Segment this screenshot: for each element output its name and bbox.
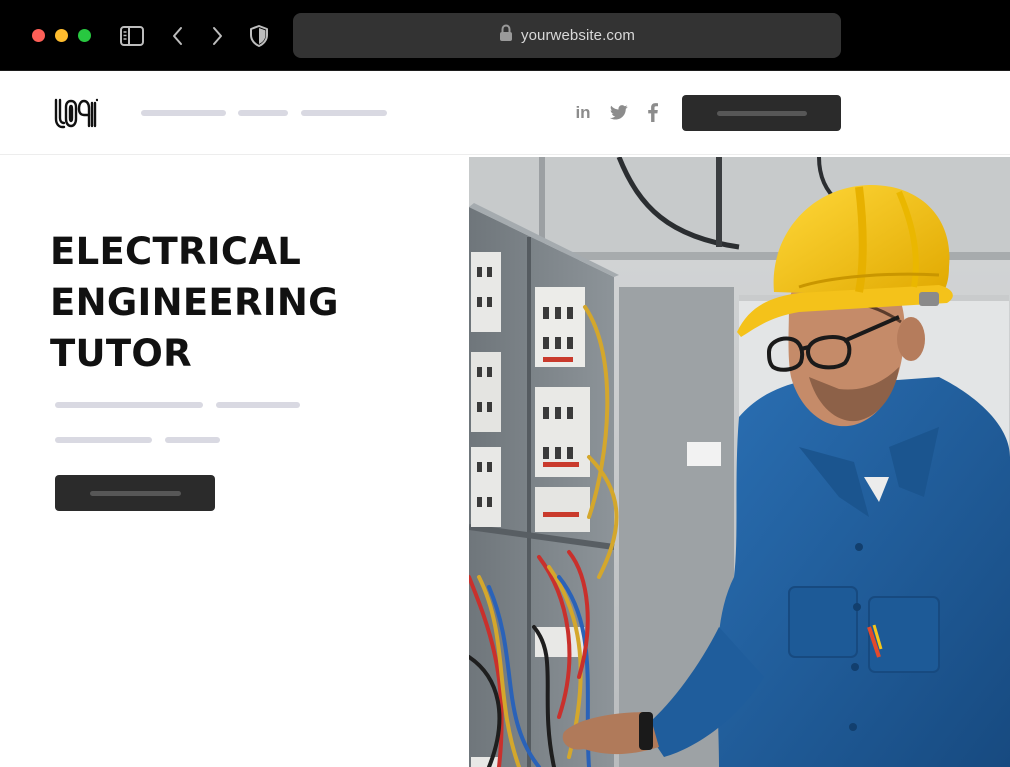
hero-title: ELECTRICAL ENGINEERING TUTOR [50, 226, 450, 379]
nav-link-placeholder-2[interactable] [238, 110, 288, 116]
hero-text-placeholder-1 [55, 402, 203, 408]
linkedin-glyph: in [575, 102, 591, 122]
header-cta-button[interactable] [682, 95, 841, 131]
hero-title-line-2: ENGINEERING [50, 281, 339, 324]
hero-cta-button[interactable] [55, 475, 215, 511]
hero-cta-label-placeholder [89, 490, 181, 496]
back-arrow-icon[interactable] [166, 24, 190, 48]
browser-chrome: yourwebsite.com [0, 0, 1010, 71]
forward-arrow-icon[interactable] [205, 24, 229, 48]
hero-text-placeholder-4 [165, 437, 220, 443]
hero-image [469, 157, 1010, 767]
facebook-icon[interactable] [642, 101, 664, 123]
shield-icon[interactable] [247, 24, 271, 48]
close-window-button[interactable] [32, 29, 45, 42]
linkedin-icon[interactable]: in [572, 101, 594, 123]
nav-link-placeholder-1[interactable] [141, 110, 226, 116]
site-logo[interactable] [54, 97, 99, 129]
hero-text-placeholder-2 [216, 402, 300, 408]
lock-icon [499, 24, 513, 47]
hero-text-placeholder-3 [55, 437, 152, 443]
url-text: yourwebsite.com [520, 27, 636, 44]
maximize-window-button[interactable] [78, 29, 91, 42]
hero-title-line-3: TUTOR [50, 332, 192, 375]
minimize-window-button[interactable] [55, 29, 68, 42]
hero-title-line-1: ELECTRICAL [50, 230, 302, 273]
header-cta-label-placeholder [716, 110, 807, 116]
site-header: in [0, 71, 1010, 155]
twitter-icon[interactable] [608, 101, 630, 123]
address-bar[interactable]: yourwebsite.com [293, 13, 841, 58]
sidebar-icon[interactable] [120, 24, 144, 48]
nav-link-placeholder-3[interactable] [301, 110, 387, 116]
